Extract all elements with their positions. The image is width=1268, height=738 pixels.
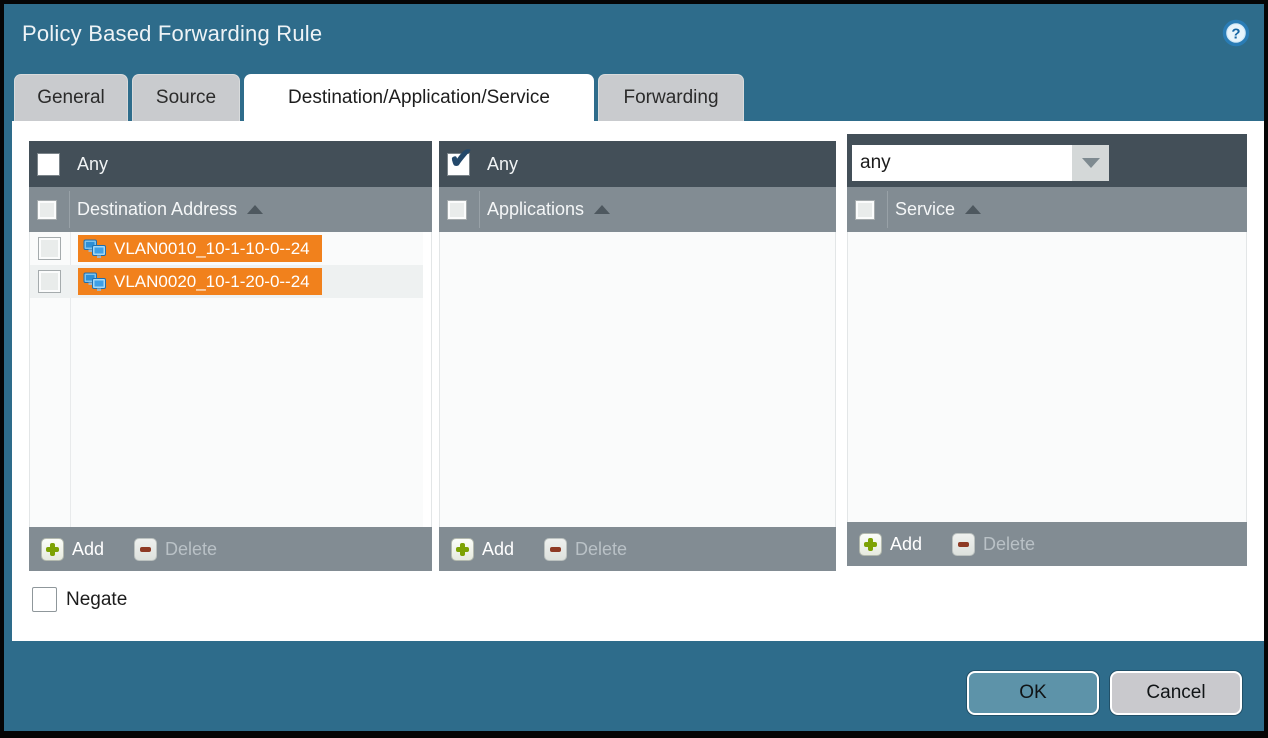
destination-row[interactable]: VLAN0020_10-1-20-0--24 (30, 265, 423, 298)
tab-general[interactable]: General (14, 74, 128, 121)
destination-list: VLAN0010_10-1-10-0--24 (29, 232, 432, 527)
delete-icon[interactable] (544, 538, 567, 561)
service-footer-bar: Add Delete (847, 522, 1247, 566)
dialog-title: Policy Based Forwarding Rule (22, 21, 322, 47)
service-header-label: Service (895, 199, 955, 220)
applications-list (439, 232, 836, 527)
applications-any-label: Any (487, 154, 518, 175)
applications-add-button[interactable]: Add (482, 539, 514, 560)
applications-column-header[interactable]: Applications (439, 187, 836, 232)
service-dropdown-input[interactable] (852, 145, 1072, 181)
row-checkbox[interactable] (38, 270, 61, 293)
address-object-name: VLAN0020_10-1-20-0--24 (114, 272, 310, 292)
tab-destination-application-service[interactable]: Destination/Application/Service (244, 74, 594, 121)
destination-header-label: Destination Address (77, 199, 237, 220)
service-delete-button[interactable]: Delete (983, 534, 1035, 555)
svg-text:?: ? (1231, 26, 1240, 43)
policy-forwarding-dialog: Policy Based Forwarding Rule ? General S… (0, 0, 1268, 738)
row-checkbox[interactable] (38, 237, 61, 260)
negate-label: Negate (66, 589, 127, 611)
service-dropdown-button[interactable] (1072, 145, 1109, 181)
add-icon[interactable] (451, 538, 474, 561)
destination-any-label: Any (77, 154, 108, 175)
header-separator (887, 191, 888, 228)
sort-ascending-icon[interactable] (247, 205, 263, 214)
header-separator (69, 191, 70, 228)
destination-column-header[interactable]: Destination Address (29, 187, 432, 232)
cancel-button[interactable]: Cancel (1110, 671, 1242, 715)
destination-address-column: Any Destination Address (29, 141, 432, 571)
tab-forwarding[interactable]: Forwarding (598, 74, 744, 121)
destination-any-bar: Any (29, 141, 432, 187)
add-icon[interactable] (859, 533, 882, 556)
sort-ascending-icon[interactable] (965, 205, 981, 214)
applications-any-checkbox[interactable] (447, 153, 470, 176)
applications-column: Any Applications Add Delete (439, 141, 836, 571)
header-separator (479, 191, 480, 228)
destination-select-all-checkbox[interactable] (37, 200, 57, 220)
tab-bar: General Source Destination/Application/S… (14, 74, 744, 121)
service-list (847, 232, 1247, 522)
applications-header-label: Applications (487, 199, 584, 220)
destination-any-checkbox[interactable] (37, 153, 60, 176)
address-object-chip[interactable]: VLAN0020_10-1-20-0--24 (78, 268, 322, 295)
service-select-all-checkbox[interactable] (855, 200, 875, 220)
address-group-icon (83, 272, 107, 292)
delete-icon[interactable] (952, 533, 975, 556)
service-dropdown (852, 145, 1109, 181)
chevron-down-icon (1082, 158, 1100, 168)
applications-any-bar: Any (439, 141, 836, 187)
service-add-button[interactable]: Add (890, 534, 922, 555)
scrollbar-track[interactable] (423, 232, 431, 527)
ok-button[interactable]: OK (967, 671, 1099, 715)
applications-select-all-checkbox[interactable] (447, 200, 467, 220)
address-group-icon (83, 239, 107, 259)
delete-icon[interactable] (134, 538, 157, 561)
destination-footer-bar: Add Delete (29, 527, 432, 571)
service-column: Service Add Delete (847, 134, 1247, 566)
applications-footer-bar: Add Delete (439, 527, 836, 571)
service-dropdown-bar (847, 134, 1247, 187)
address-object-chip[interactable]: VLAN0010_10-1-10-0--24 (78, 235, 322, 262)
address-object-name: VLAN0010_10-1-10-0--24 (114, 239, 310, 259)
destination-add-button[interactable]: Add (72, 539, 104, 560)
tab-content-panel: Any Destination Address (12, 121, 1264, 641)
applications-delete-button[interactable]: Delete (575, 539, 627, 560)
destination-row[interactable]: VLAN0010_10-1-10-0--24 (30, 232, 423, 265)
negate-checkbox[interactable] (32, 587, 57, 612)
add-icon[interactable] (41, 538, 64, 561)
destination-delete-button[interactable]: Delete (165, 539, 217, 560)
tab-source[interactable]: Source (132, 74, 240, 121)
help-icon[interactable]: ? (1222, 19, 1250, 47)
service-column-header[interactable]: Service (847, 187, 1247, 232)
sort-ascending-icon[interactable] (594, 205, 610, 214)
